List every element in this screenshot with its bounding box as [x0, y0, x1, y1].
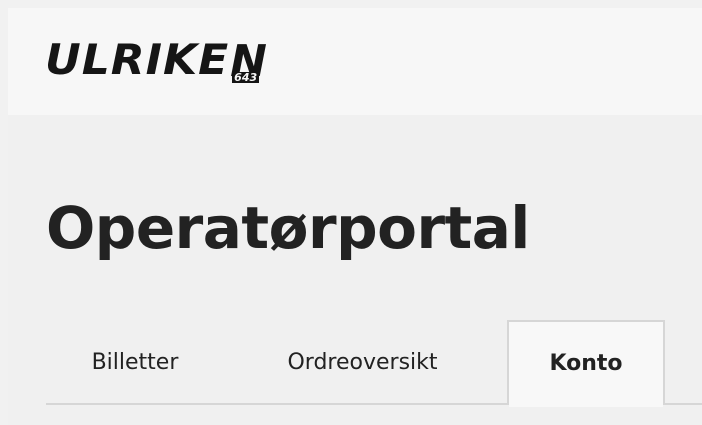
tab-bar: Billetter Ordreoversikt Konto — [46, 320, 702, 414]
site-header: ULRIKE N 643 — [8, 8, 702, 115]
ulriken-logo[interactable]: ULRIKE N 643 — [45, 32, 267, 92]
tab-ordreoversikt-label: Ordreoversikt — [287, 350, 438, 375]
logo-text: ULRIKE — [45, 35, 230, 85]
logo-subtext: 643 — [232, 71, 260, 84]
tab-konto[interactable]: Konto — [507, 320, 665, 407]
app-frame: ULRIKE N 643 Operatørportal Billetter Or… — [8, 8, 702, 425]
page-title: Operatørportal — [46, 194, 530, 262]
tab-konto-label: Konto — [549, 351, 623, 376]
tab-billetter[interactable]: Billetter — [46, 320, 224, 405]
tab-billetter-label: Billetter — [91, 350, 179, 375]
tab-ordreoversikt[interactable]: Ordreoversikt — [224, 320, 501, 405]
logo-mark: N 643 — [230, 32, 267, 92]
